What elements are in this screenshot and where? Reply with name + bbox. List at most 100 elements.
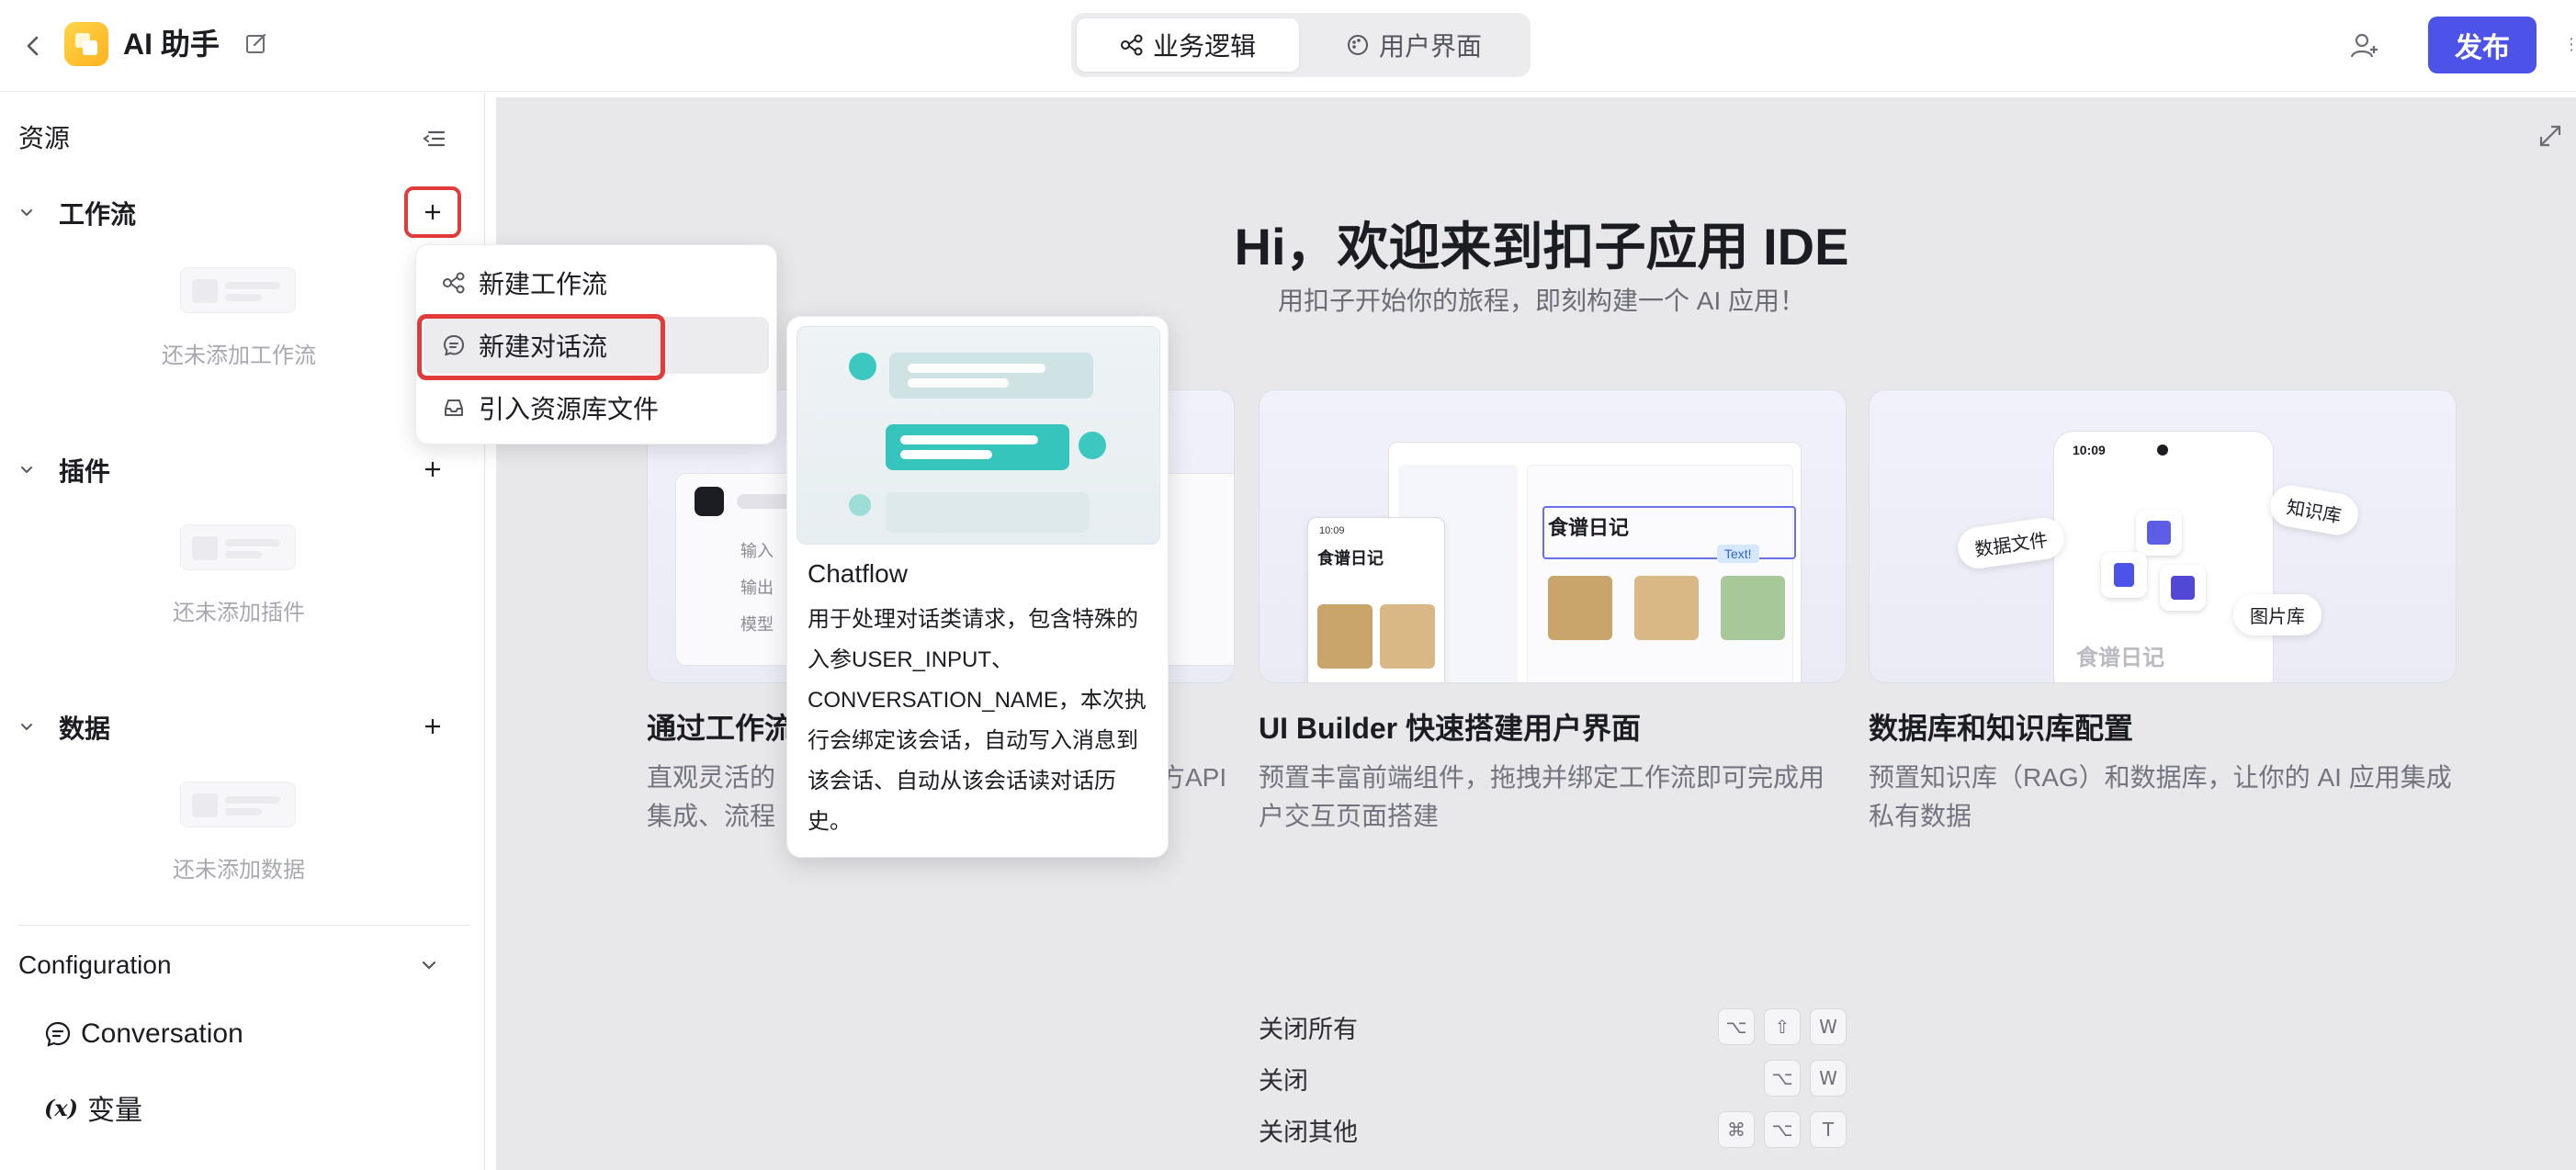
plus-icon bbox=[425, 462, 440, 477]
mock-label-input: 输入 bbox=[740, 542, 774, 560]
card-ui-builder-preview[interactable]: 食谱日记 Text! 10:09 食谱日记 bbox=[1259, 389, 1847, 683]
section-configuration-label: Configuration bbox=[18, 951, 172, 979]
chevron-down-icon bbox=[422, 961, 436, 970]
key-t: T bbox=[1810, 1111, 1847, 1148]
user-avatar-icon bbox=[1079, 432, 1106, 459]
data-phone-time: 10:09 bbox=[2073, 443, 2106, 457]
builder-heading: 食谱日记 bbox=[1548, 516, 1630, 539]
config-item-variables[interactable]: (x) 变量 bbox=[44, 1085, 142, 1131]
top-bar: AI 助手 业务逻辑 用户界面 发布 ⋮ bbox=[0, 0, 2576, 92]
card-ui-builder-title: UI Builder 快速搭建用户界面 bbox=[1259, 712, 1642, 745]
shortcut-close-others[interactable]: 关闭其他 ⌘ ⌥ T bbox=[1259, 1109, 1847, 1150]
card-data-desc: 预置知识库（RAG）和数据库，让你的 AI 应用集成私有数据 bbox=[1869, 763, 2452, 830]
config-item-conversation[interactable]: Conversation bbox=[44, 1011, 243, 1057]
sidebar-title: 资源 bbox=[18, 124, 71, 152]
variable-x-icon: (x) bbox=[44, 1094, 79, 1121]
publish-button[interactable]: 发布 bbox=[2428, 17, 2536, 73]
more-icon[interactable]: ⋮ bbox=[2563, 35, 2576, 53]
add-data-button[interactable] bbox=[404, 701, 461, 752]
empty-data-illustration bbox=[180, 782, 296, 827]
tab-business-logic[interactable]: 业务逻辑 bbox=[1077, 18, 1299, 72]
tab-user-interface[interactable]: 用户界面 bbox=[1303, 18, 1525, 72]
collapse-panel-icon bbox=[423, 130, 446, 147]
sidebar-divider bbox=[18, 925, 470, 926]
phone-time: 10:09 bbox=[1319, 525, 1345, 536]
chip-image-lib: 图片库 bbox=[2233, 594, 2322, 636]
section-data[interactable]: 数据 bbox=[18, 703, 459, 752]
view-switcher: 业务逻辑 用户界面 bbox=[1071, 13, 1531, 77]
key-option: ⌥ bbox=[1764, 1111, 1801, 1148]
empty-data-text: 还未添加数据 bbox=[173, 858, 305, 883]
workflow-icon bbox=[443, 272, 465, 294]
data-phone-faded-title: 食谱日记 bbox=[2076, 646, 2164, 670]
key-command: ⌘ bbox=[1718, 1111, 1755, 1148]
bot-icon bbox=[695, 487, 724, 516]
builder-window-mock: 食谱日记 Text! bbox=[1388, 442, 1802, 682]
tab-user-interface-label: 用户界面 bbox=[1378, 32, 1482, 61]
key-shift: ⇧ bbox=[1764, 1008, 1801, 1045]
chip-data-file: 数据文件 bbox=[1955, 515, 2067, 571]
palette-icon bbox=[1347, 35, 1368, 55]
menu-item-new-workflow-label: 新建工作流 bbox=[479, 270, 608, 298]
section-plugin[interactable]: 插件 bbox=[18, 445, 459, 495]
mock-label-model: 模型 bbox=[740, 615, 774, 634]
app-logo bbox=[64, 22, 108, 66]
data-phone-mock: 10:09 食谱日记 bbox=[2053, 431, 2274, 682]
document-icon bbox=[2101, 552, 2147, 598]
collaborators-button[interactable] bbox=[2344, 26, 2385, 66]
back-button[interactable] bbox=[15, 28, 51, 64]
shortcut-close-label: 关闭 bbox=[1259, 1066, 1308, 1095]
tab-business-logic-label: 业务逻辑 bbox=[1152, 32, 1256, 61]
card-ui-builder-desc: 预置丰富前端组件，拖拽并绑定工作流即可完成用户交互页面搭建 bbox=[1259, 763, 1825, 830]
menu-item-import-library-label: 引入资源库文件 bbox=[479, 395, 660, 423]
chip-knowledge: 知识库 bbox=[2266, 482, 2362, 538]
empty-plugin-illustration bbox=[180, 524, 296, 570]
hero-title: Hi，欢迎来到扣子应用 IDE bbox=[1234, 218, 1849, 276]
shortcut-close[interactable]: 关闭 ⌥ W bbox=[1259, 1058, 1847, 1098]
empty-workflow-text: 还未添加工作流 bbox=[162, 343, 316, 368]
app-logo-icon bbox=[75, 33, 97, 55]
shortcut-close-others-label: 关闭其他 bbox=[1259, 1118, 1358, 1146]
key-w: W bbox=[1810, 1008, 1847, 1045]
card-data-preview[interactable]: 10:09 食谱日记 数据文件 知识库 图片库 bbox=[1869, 389, 2457, 683]
plus-icon bbox=[425, 719, 440, 734]
chevron-down-icon bbox=[21, 467, 32, 474]
section-plugin-label: 插件 bbox=[59, 457, 111, 486]
chevron-left-icon bbox=[27, 36, 39, 56]
grid-db-icon bbox=[2136, 510, 2182, 556]
section-data-label: 数据 bbox=[59, 714, 111, 743]
phone-heading: 食谱日记 bbox=[1317, 549, 1384, 568]
config-item-conversation-label: Conversation bbox=[81, 1018, 243, 1049]
chatflow-tooltip-description: 用于处理对话类请求，包含特殊的入参USER_INPUT、CONVERSATION… bbox=[808, 607, 1147, 834]
section-configuration[interactable]: Configuration bbox=[18, 939, 459, 991]
empty-plugin-text: 还未添加插件 bbox=[173, 601, 305, 625]
image-icon bbox=[2160, 565, 2206, 611]
edit-icon bbox=[246, 33, 266, 53]
shortcut-close-all-label: 关闭所有 bbox=[1259, 1015, 1358, 1043]
menu-item-new-workflow[interactable]: 新建工作流 bbox=[424, 254, 769, 311]
phone-mock: 10:09 食谱日记 bbox=[1307, 517, 1445, 682]
app-title: AI 助手 bbox=[123, 28, 220, 61]
collapse-sidebar-button[interactable] bbox=[415, 120, 452, 157]
mock-label-output: 输出 bbox=[740, 579, 774, 597]
card-workflow-title: 通过工作流 bbox=[647, 712, 795, 745]
chat-bubble-icon bbox=[45, 1021, 71, 1047]
chatflow-tooltip-title: Chatflow bbox=[808, 559, 908, 588]
key-option: ⌥ bbox=[1764, 1060, 1801, 1097]
bot-avatar-icon bbox=[849, 353, 876, 380]
inbox-icon bbox=[445, 399, 463, 416]
key-option: ⌥ bbox=[1718, 1008, 1755, 1045]
hero-subtitle: 用扣子开始你的旅程，即刻构建一个 AI 应用！ bbox=[1277, 287, 1806, 315]
menu-item-import-library[interactable]: 引入资源库文件 bbox=[424, 379, 769, 436]
highlight-annotation bbox=[417, 314, 665, 380]
shortcut-close-all[interactable]: 关闭所有 ⌥ ⇧ W bbox=[1259, 1007, 1847, 1047]
builder-text-tag: Text! bbox=[1717, 545, 1759, 563]
config-item-variables-label: 变量 bbox=[87, 1096, 143, 1126]
chevron-down-icon bbox=[21, 724, 32, 731]
card-workflow-desc-tail: 方API bbox=[1159, 763, 1227, 792]
key-w: W bbox=[1810, 1060, 1847, 1097]
edit-title-button[interactable] bbox=[241, 28, 272, 59]
add-plugin-button[interactable] bbox=[404, 444, 461, 495]
add-user-icon bbox=[2350, 33, 2378, 58]
card-data-title: 数据库和知识库配置 bbox=[1869, 712, 2134, 745]
